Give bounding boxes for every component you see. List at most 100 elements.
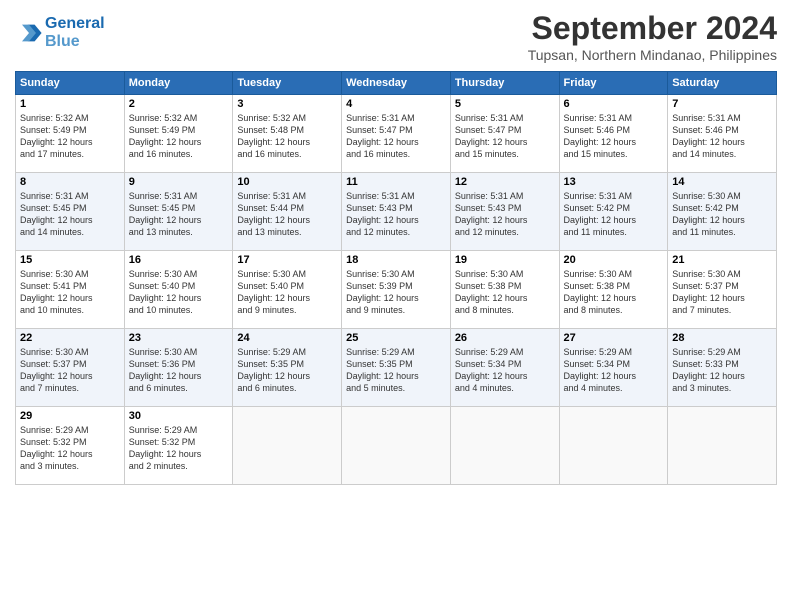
day-info: Sunrise: 5:30 AMSunset: 5:42 PMDaylight:…	[672, 190, 772, 239]
logo-general: General	[45, 15, 105, 32]
day-number: 21	[672, 254, 772, 266]
day-cell: 26 Sunrise: 5:29 AMSunset: 5:34 PMDayligh…	[450, 329, 559, 407]
day-number: 20	[564, 254, 664, 266]
day-number: 25	[346, 332, 446, 344]
day-info: Sunrise: 5:29 AMSunset: 5:32 PMDaylight:…	[20, 424, 120, 473]
day-number: 13	[564, 176, 664, 188]
day-cell	[668, 407, 777, 485]
logo-blue: Blue	[45, 33, 80, 50]
day-number: 23	[129, 332, 229, 344]
header-row: Sunday Monday Tuesday Wednesday Thursday…	[16, 72, 777, 95]
day-cell: 23 Sunrise: 5:30 AMSunset: 5:36 PMDayligh…	[124, 329, 233, 407]
day-number: 1	[20, 98, 120, 110]
day-number: 8	[20, 176, 120, 188]
day-cell: 14Sunrise: 5:30 AMSunset: 5:42 PMDayligh…	[668, 173, 777, 251]
day-info: Sunrise: 5:32 AMSunset: 5:49 PMDaylight:…	[20, 112, 120, 161]
day-info: Sunrise: 5:29 AMSunset: 5:34 PMDaylight:…	[564, 346, 664, 395]
day-cell: 1 Sunrise: 5:32 AMSunset: 5:49 PMDaylight…	[16, 95, 125, 173]
day-number: 6	[564, 98, 664, 110]
day-number: 18	[346, 254, 446, 266]
day-info: Sunrise: 5:32 AMSunset: 5:49 PMDaylight:…	[129, 112, 229, 161]
logo-icon	[15, 19, 43, 47]
day-cell: 7 Sunrise: 5:31 AMSunset: 5:46 PMDaylight…	[668, 95, 777, 173]
day-cell: 2 Sunrise: 5:32 AMSunset: 5:49 PMDaylight…	[124, 95, 233, 173]
day-info: Sunrise: 5:31 AMSunset: 5:47 PMDaylight:…	[455, 112, 555, 161]
day-cell: 24 Sunrise: 5:29 AMSunset: 5:35 PMDayligh…	[233, 329, 342, 407]
col-thursday: Thursday	[450, 72, 559, 95]
day-info: Sunrise: 5:31 AMSunset: 5:47 PMDaylight:…	[346, 112, 446, 161]
day-cell: 27 Sunrise: 5:29 AMSunset: 5:34 PMDayligh…	[559, 329, 668, 407]
week-row-3: 15 Sunrise: 5:30 AMSunset: 5:41 PMDayligh…	[16, 251, 777, 329]
day-cell	[559, 407, 668, 485]
logo: General Blue	[15, 15, 105, 50]
day-cell: 19Sunrise: 5:30 AMSunset: 5:38 PMDayligh…	[450, 251, 559, 329]
header: General Blue September 2024 Tupsan, Nort…	[15, 10, 777, 63]
day-cell: 30Sunrise: 5:29 AMSunset: 5:32 PMDayligh…	[124, 407, 233, 485]
day-number: 3	[237, 98, 337, 110]
day-number: 2	[129, 98, 229, 110]
day-number: 16	[129, 254, 229, 266]
day-cell: 11 Sunrise: 5:31 AMSunset: 5:43 PMDayligh…	[342, 173, 451, 251]
day-number: 15	[20, 254, 120, 266]
day-number: 22	[20, 332, 120, 344]
day-cell: 13 Sunrise: 5:31 AMSunset: 5:42 PMDayligh…	[559, 173, 668, 251]
day-info: Sunrise: 5:29 AMSunset: 5:35 PMDaylight:…	[346, 346, 446, 395]
day-info: Sunrise: 5:31 AMSunset: 5:46 PMDaylight:…	[564, 112, 664, 161]
day-cell: 29 Sunrise: 5:29 AMSunset: 5:32 PMDayligh…	[16, 407, 125, 485]
day-number: 4	[346, 98, 446, 110]
day-info: Sunrise: 5:30 AMSunset: 5:40 PMDaylight:…	[237, 268, 337, 317]
day-cell: 20Sunrise: 5:30 AMSunset: 5:38 PMDayligh…	[559, 251, 668, 329]
day-cell: 12Sunrise: 5:31 AMSunset: 5:43 PMDayligh…	[450, 173, 559, 251]
day-cell: 9Sunrise: 5:31 AMSunset: 5:45 PMDaylight…	[124, 173, 233, 251]
day-number: 24	[237, 332, 337, 344]
col-tuesday: Tuesday	[233, 72, 342, 95]
day-info: Sunrise: 5:29 AMSunset: 5:33 PMDaylight:…	[672, 346, 772, 395]
day-cell: 28Sunrise: 5:29 AMSunset: 5:33 PMDayligh…	[668, 329, 777, 407]
day-number: 27	[564, 332, 664, 344]
day-info: Sunrise: 5:31 AMSunset: 5:46 PMDaylight:…	[672, 112, 772, 161]
week-row-4: 22Sunrise: 5:30 AMSunset: 5:37 PMDayligh…	[16, 329, 777, 407]
day-number: 11	[346, 176, 446, 188]
day-number: 7	[672, 98, 772, 110]
day-cell: 25 Sunrise: 5:29 AMSunset: 5:35 PMDayligh…	[342, 329, 451, 407]
day-cell: 3 Sunrise: 5:32 AMSunset: 5:48 PMDaylight…	[233, 95, 342, 173]
day-info: Sunrise: 5:29 AMSunset: 5:34 PMDaylight:…	[455, 346, 555, 395]
day-number: 5	[455, 98, 555, 110]
day-cell: 6 Sunrise: 5:31 AMSunset: 5:46 PMDaylight…	[559, 95, 668, 173]
day-info: Sunrise: 5:30 AMSunset: 5:36 PMDaylight:…	[129, 346, 229, 395]
location-title: Tupsan, Northern Mindanao, Philippines	[528, 47, 777, 63]
week-row-1: 1 Sunrise: 5:32 AMSunset: 5:49 PMDaylight…	[16, 95, 777, 173]
day-cell: 16 Sunrise: 5:30 AMSunset: 5:40 PMDayligh…	[124, 251, 233, 329]
day-info: Sunrise: 5:29 AMSunset: 5:35 PMDaylight:…	[237, 346, 337, 395]
day-cell: 4 Sunrise: 5:31 AMSunset: 5:47 PMDaylight…	[342, 95, 451, 173]
col-monday: Monday	[124, 72, 233, 95]
day-number: 26	[455, 332, 555, 344]
col-sunday: Sunday	[16, 72, 125, 95]
col-friday: Friday	[559, 72, 668, 95]
day-cell: 10Sunrise: 5:31 AMSunset: 5:44 PMDayligh…	[233, 173, 342, 251]
day-cell: 8 Sunrise: 5:31 AMSunset: 5:45 PMDaylight…	[16, 173, 125, 251]
col-wednesday: Wednesday	[342, 72, 451, 95]
week-row-2: 8 Sunrise: 5:31 AMSunset: 5:45 PMDaylight…	[16, 173, 777, 251]
day-cell: 18 Sunrise: 5:30 AMSunset: 5:39 PMDayligh…	[342, 251, 451, 329]
day-cell: 22Sunrise: 5:30 AMSunset: 5:37 PMDayligh…	[16, 329, 125, 407]
day-info: Sunrise: 5:31 AMSunset: 5:42 PMDaylight:…	[564, 190, 664, 239]
day-number: 30	[129, 410, 229, 422]
day-info: Sunrise: 5:30 AMSunset: 5:39 PMDaylight:…	[346, 268, 446, 317]
day-info: Sunrise: 5:30 AMSunset: 5:37 PMDaylight:…	[672, 268, 772, 317]
day-info: Sunrise: 5:31 AMSunset: 5:45 PMDaylight:…	[20, 190, 120, 239]
day-number: 17	[237, 254, 337, 266]
day-info: Sunrise: 5:31 AMSunset: 5:43 PMDaylight:…	[346, 190, 446, 239]
day-cell	[450, 407, 559, 485]
day-info: Sunrise: 5:30 AMSunset: 5:38 PMDaylight:…	[455, 268, 555, 317]
day-info: Sunrise: 5:30 AMSunset: 5:40 PMDaylight:…	[129, 268, 229, 317]
day-number: 29	[20, 410, 120, 422]
day-cell: 5 Sunrise: 5:31 AMSunset: 5:47 PMDaylight…	[450, 95, 559, 173]
day-number: 10	[237, 176, 337, 188]
day-info: Sunrise: 5:30 AMSunset: 5:41 PMDaylight:…	[20, 268, 120, 317]
day-info: Sunrise: 5:31 AMSunset: 5:45 PMDaylight:…	[129, 190, 229, 239]
day-info: Sunrise: 5:31 AMSunset: 5:43 PMDaylight:…	[455, 190, 555, 239]
day-cell	[233, 407, 342, 485]
day-cell: 15 Sunrise: 5:30 AMSunset: 5:41 PMDayligh…	[16, 251, 125, 329]
day-info: Sunrise: 5:32 AMSunset: 5:48 PMDaylight:…	[237, 112, 337, 161]
